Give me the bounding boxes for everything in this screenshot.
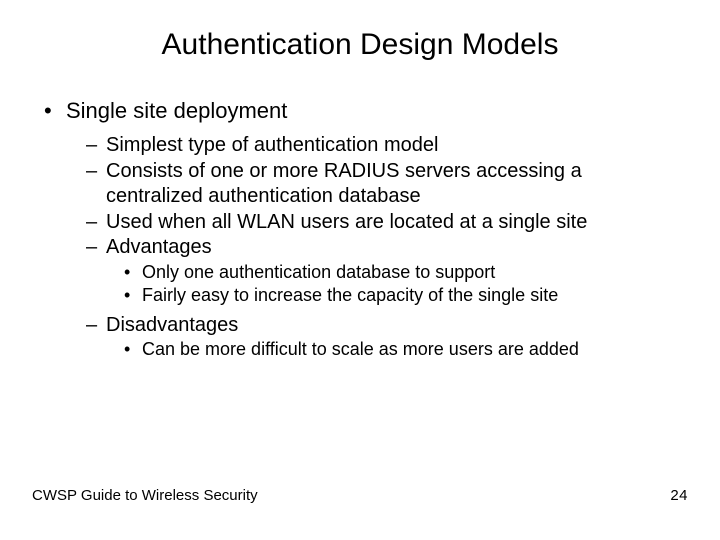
dash-icon: – <box>86 236 106 260</box>
bullet-level2: –Disadvantages <box>32 314 690 338</box>
bullet-level2: –Simplest type of authentication model <box>32 134 690 158</box>
dash-icon: – <box>86 211 106 235</box>
footer-source: CWSP Guide to Wireless Security <box>32 487 258 504</box>
l2-text: Simplest type of authentication model <box>106 134 438 156</box>
slide-footer: CWSP Guide to Wireless Security 24 <box>32 487 688 504</box>
page-number: 24 <box>670 487 688 504</box>
l2-text: Disadvantages <box>106 314 238 336</box>
l2-text: Advantages <box>106 236 212 258</box>
bullet-level2: –Used when all WLAN users are located at… <box>32 211 690 235</box>
slide-title: Authentication Design Models <box>0 28 720 62</box>
l1-text: Single site deployment <box>66 98 287 123</box>
bullet-level3: •Only one authentication database to sup… <box>32 262 690 284</box>
l2-text: centralized authentication database <box>106 185 421 207</box>
dash-icon: – <box>86 314 106 338</box>
bullet-icon: • <box>124 339 142 361</box>
l2-text: Consists of one or more RADIUS servers a… <box>106 160 582 182</box>
bullet-icon: • <box>124 262 142 284</box>
l3-text: Fairly easy to increase the capacity of … <box>142 285 558 305</box>
bullet-level3: •Fairly easy to increase the capacity of… <box>32 285 690 307</box>
bullet-level2: –Consists of one or more RADIUS servers … <box>32 160 690 184</box>
bullet-icon: • <box>124 285 142 307</box>
bullet-level3: •Can be more difficult to scale as more … <box>32 339 690 361</box>
dash-icon: – <box>86 160 106 184</box>
l2-text: Used when all WLAN users are located at … <box>106 211 587 233</box>
l3-text: Can be more difficult to scale as more u… <box>142 339 579 359</box>
dash-icon: – <box>86 134 106 158</box>
bullet-icon: • <box>44 98 66 124</box>
l3-text: Only one authentication database to supp… <box>142 262 495 282</box>
bullet-level2: –Advantages <box>32 236 690 260</box>
slide-content: •Single site deployment –Simplest type o… <box>0 98 720 361</box>
bullet-level2-continuation: centralized authentication database <box>32 185 690 209</box>
bullet-level1: •Single site deployment <box>32 98 690 124</box>
